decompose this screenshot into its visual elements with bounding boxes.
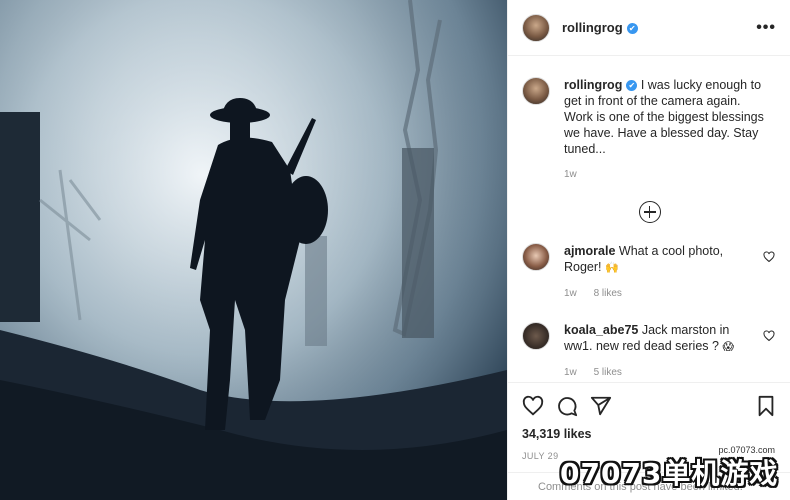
verified-icon: ✔	[626, 23, 638, 34]
commenter-username[interactable]: ajmorale	[564, 244, 615, 258]
heart-icon[interactable]	[522, 395, 544, 417]
caption-username[interactable]: rollingrog	[564, 78, 622, 92]
comment-time[interactable]: 1w	[564, 367, 577, 378]
comments-list[interactable]: rollingrog ✔ I was lucky enough to get in…	[508, 57, 790, 382]
caption: rollingrog ✔ I was lucky enough to get in…	[522, 57, 777, 183]
commenter-avatar[interactable]	[522, 322, 550, 350]
bookmark-icon[interactable]	[755, 395, 777, 417]
verified-icon: ✔	[626, 80, 638, 91]
commenter-avatar[interactable]	[522, 243, 550, 271]
post-photo[interactable]	[0, 0, 507, 500]
comment-likes[interactable]: 5 likes	[594, 367, 622, 378]
author-username[interactable]: rollingrog ✔	[562, 20, 638, 35]
caption-avatar[interactable]	[522, 77, 550, 105]
soldier-silhouette-image	[0, 0, 507, 500]
post-details-panel: rollingrog ✔ ••• rollingrog ✔ I was lucky …	[507, 0, 790, 500]
load-more-comments-button[interactable]	[638, 201, 661, 223]
like-comment-heart-icon[interactable]	[763, 330, 775, 342]
comment-item: koala_abe75 Jack marston in ww1. new red…	[522, 322, 777, 381]
commenter-username[interactable]: koala_abe75	[564, 323, 638, 337]
likes-count[interactable]: 34,319 likes	[522, 427, 777, 441]
like-comment-heart-icon[interactable]	[763, 251, 775, 263]
watermark-brand: 07073单机游戏	[560, 457, 779, 490]
comment-item: ajmorale What a cool photo, Roger! 🙌 1w …	[522, 243, 777, 302]
comment-icon[interactable]	[556, 395, 578, 417]
author-avatar[interactable]	[522, 13, 550, 42]
comment-emoji: 😱	[722, 341, 734, 353]
comment-emoji: 🙌	[605, 262, 619, 274]
comment-likes[interactable]: 8 likes	[594, 288, 622, 299]
share-icon[interactable]	[590, 395, 612, 417]
comment-time[interactable]: 1w	[564, 288, 577, 299]
post-header: rollingrog ✔ •••	[508, 0, 790, 56]
more-options-icon[interactable]: •••	[756, 19, 776, 37]
caption-time[interactable]: 1w	[564, 169, 577, 180]
